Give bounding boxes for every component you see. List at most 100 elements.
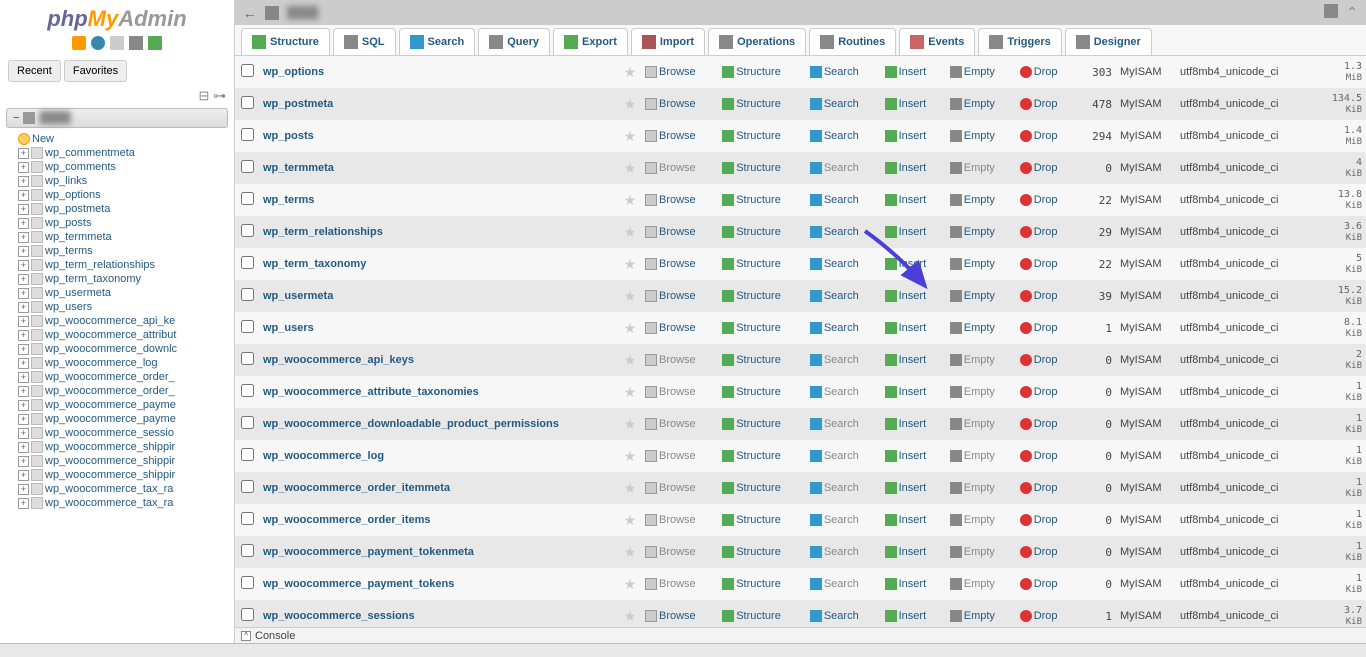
expand-plus-icon[interactable]: + [18,246,29,257]
table-name-link[interactable]: wp_woocommerce_payment_tokens [263,578,454,590]
drop-action[interactable]: Drop [1020,162,1058,174]
expand-plus-icon[interactable]: + [18,498,29,509]
tree-table-item[interactable]: +wp_woocommerce_shippir [18,440,234,454]
favorite-star-icon[interactable]: ★ [624,480,637,496]
expand-plus-icon[interactable]: + [18,386,29,397]
drop-action[interactable]: Drop [1020,354,1058,366]
drop-action[interactable]: Drop [1020,578,1058,590]
row-checkbox[interactable] [241,320,254,333]
insert-action[interactable]: Insert [885,258,927,270]
collapse-minus-icon[interactable]: − [13,112,19,124]
expand-plus-icon[interactable]: + [18,148,29,159]
tab-query[interactable]: Query [478,28,550,55]
favorites-button[interactable]: Favorites [64,60,127,82]
expand-plus-icon[interactable]: + [18,344,29,355]
structure-action[interactable]: Structure [722,578,781,590]
browse-action[interactable]: Browse [645,418,696,430]
search-action[interactable]: Search [810,450,859,462]
drop-action[interactable]: Drop [1020,418,1058,430]
table-name-link[interactable]: wp_users [263,322,314,334]
search-action[interactable]: Search [810,322,859,334]
browse-action[interactable]: Browse [645,578,696,590]
table-name-link[interactable]: wp_term_taxonomy [263,258,366,270]
tab-triggers[interactable]: Triggers [978,28,1061,55]
drop-action[interactable]: Drop [1020,290,1058,302]
tab-routines[interactable]: Routines [809,28,896,55]
docs-icon[interactable] [110,36,124,50]
insert-action[interactable]: Insert [885,546,927,558]
empty-action[interactable]: Empty [950,354,995,366]
expand-plus-icon[interactable]: + [18,190,29,201]
drop-action[interactable]: Drop [1020,322,1058,334]
tab-search[interactable]: Search [399,28,476,55]
tab-sql[interactable]: SQL [333,28,396,55]
favorite-star-icon[interactable]: ★ [624,224,637,240]
tree-table-item[interactable]: +wp_usermeta [18,286,234,300]
tree-table-item[interactable]: +wp_woocommerce_tax_ra [18,496,234,510]
search-action[interactable]: Search [810,162,859,174]
empty-action[interactable]: Empty [950,130,995,142]
expand-plus-icon[interactable]: + [18,218,29,229]
drop-action[interactable]: Drop [1020,226,1058,238]
drop-action[interactable]: Drop [1020,66,1058,78]
row-checkbox[interactable] [241,96,254,109]
browse-action[interactable]: Browse [645,450,696,462]
row-checkbox[interactable] [241,64,254,77]
tree-table-item[interactable]: +wp_woocommerce_payme [18,412,234,426]
drop-action[interactable]: Drop [1020,258,1058,270]
row-checkbox[interactable] [241,544,254,557]
tab-structure[interactable]: Structure [241,28,330,55]
expand-plus-icon[interactable]: + [18,316,29,327]
refresh-icon[interactable] [148,36,162,50]
tree-table-item[interactable]: +wp_commentmeta [18,146,234,160]
browse-action[interactable]: Browse [645,130,696,142]
empty-action[interactable]: Empty [950,258,995,270]
tree-table-item[interactable]: +wp_options [18,188,234,202]
row-checkbox[interactable] [241,224,254,237]
search-action[interactable]: Search [810,98,859,110]
insert-action[interactable]: Insert [885,354,927,366]
row-checkbox[interactable] [241,192,254,205]
search-action[interactable]: Search [810,610,859,622]
search-action[interactable]: Search [810,258,859,270]
browse-action[interactable]: Browse [645,610,696,622]
search-action[interactable]: Search [810,66,859,78]
insert-action[interactable]: Insert [885,386,927,398]
settings-icon[interactable] [129,36,143,50]
browse-action[interactable]: Browse [645,546,696,558]
empty-action[interactable]: Empty [950,290,995,302]
row-checkbox[interactable] [241,384,254,397]
table-name-link[interactable]: wp_usermeta [263,290,333,302]
drop-action[interactable]: Drop [1020,482,1058,494]
structure-action[interactable]: Structure [722,514,781,526]
tree-table-item[interactable]: +wp_woocommerce_tax_ra [18,482,234,496]
browse-action[interactable]: Browse [645,162,696,174]
search-action[interactable]: Search [810,482,859,494]
browse-action[interactable]: Browse [645,290,696,302]
favorite-star-icon[interactable]: ★ [624,160,637,176]
tab-operations[interactable]: Operations [708,28,806,55]
favorite-star-icon[interactable]: ★ [624,256,637,272]
table-name-link[interactable]: wp_options [263,66,324,78]
search-action[interactable]: Search [810,514,859,526]
browse-action[interactable]: Browse [645,354,696,366]
tab-events[interactable]: Events [899,28,975,55]
insert-action[interactable]: Insert [885,98,927,110]
tree-table-item[interactable]: +wp_term_taxonomy [18,272,234,286]
search-action[interactable]: Search [810,130,859,142]
table-name-link[interactable]: wp_woocommerce_sessions [263,610,415,622]
tree-table-item[interactable]: +wp_comments [18,160,234,174]
expand-plus-icon[interactable]: + [18,484,29,495]
structure-action[interactable]: Structure [722,354,781,366]
browse-action[interactable]: Browse [645,386,696,398]
empty-action[interactable]: Empty [950,226,995,238]
search-action[interactable]: Search [810,354,859,366]
insert-action[interactable]: Insert [885,450,927,462]
insert-action[interactable]: Insert [885,66,927,78]
structure-action[interactable]: Structure [722,98,781,110]
tree-table-item[interactable]: +wp_termmeta [18,230,234,244]
browse-action[interactable]: Browse [645,482,696,494]
row-checkbox[interactable] [241,480,254,493]
structure-action[interactable]: Structure [722,546,781,558]
empty-action[interactable]: Empty [950,98,995,110]
